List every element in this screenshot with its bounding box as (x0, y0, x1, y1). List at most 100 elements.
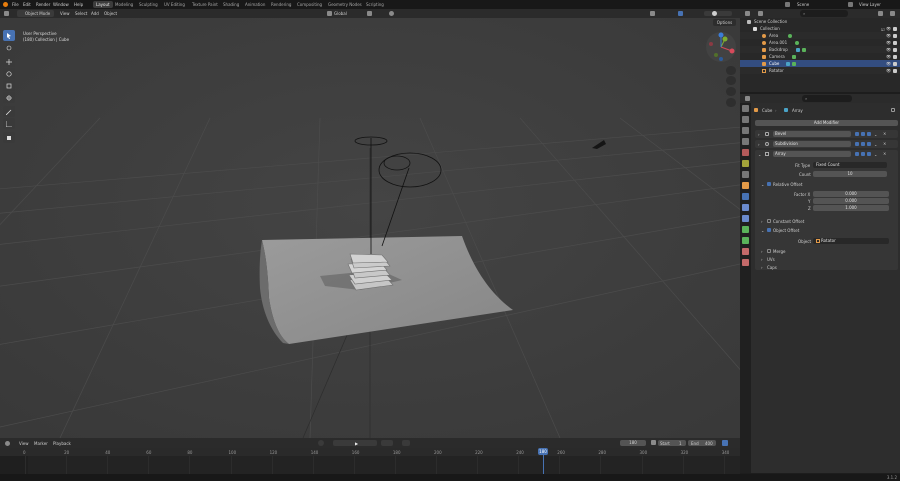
subpanel-arrow-icon[interactable]: › (761, 265, 763, 270)
scene-name[interactable]: Scene (797, 2, 809, 7)
play-icon[interactable]: ▶ (355, 441, 358, 446)
pin-icon[interactable] (891, 108, 895, 112)
render-camera-icon[interactable] (893, 48, 897, 52)
menu-window[interactable]: Window (53, 2, 69, 7)
edit-mode-icon[interactable] (855, 142, 859, 146)
tab-geometry-nodes[interactable]: Geometry Nodes (325, 1, 365, 8)
tab-layout[interactable]: Layout (93, 1, 113, 8)
filter-icon[interactable] (878, 11, 883, 16)
factor-z-field[interactable]: 1.000 (813, 205, 889, 211)
tab-compositing[interactable]: Compositing (294, 1, 325, 8)
render-camera-icon[interactable] (893, 55, 897, 59)
3d-viewport[interactable]: User Perspective (180) Collection | Cube (0, 18, 740, 438)
orientation-selector[interactable]: Global (334, 11, 347, 16)
measure-tool-icon[interactable] (3, 118, 15, 129)
remove-modifier-icon[interactable]: × (883, 141, 886, 146)
viewport-display-icon[interactable] (861, 132, 865, 136)
scale-tool-icon[interactable] (3, 80, 15, 91)
solid-shading-icon[interactable] (712, 11, 717, 16)
remove-modifier-icon[interactable]: × (883, 151, 886, 156)
edit-mode-icon[interactable] (855, 152, 859, 156)
subpanel-arrow-icon[interactable]: › (761, 249, 763, 254)
render-display-icon[interactable] (867, 132, 871, 136)
tab-texture-paint[interactable]: Texture Paint (189, 1, 221, 8)
relative-offset-checkbox[interactable] (767, 182, 771, 186)
timeline-options-icon[interactable] (722, 440, 728, 446)
physics-tab-icon[interactable] (742, 215, 749, 222)
eye-icon[interactable]: 👁 (886, 32, 891, 39)
menu-select[interactable]: Select (75, 11, 87, 16)
transform-tool-icon[interactable] (3, 92, 15, 103)
modifier-panel-array[interactable]: ⌄ Array ⌄ × Fit Type Fixed Count Count 1… (755, 150, 898, 270)
render-display-icon[interactable] (867, 142, 871, 146)
modifier-panel-subdivision[interactable]: › Subdivision ⌄ × (755, 140, 898, 148)
menu-edit[interactable]: Edit (23, 2, 31, 7)
timeline-area[interactable]: 0 20 40 60 80 100 120 140 160 180 200 220 240 260 280 3… (0, 448, 740, 476)
render-camera-icon[interactable] (893, 34, 897, 38)
visibility-icon[interactable] (650, 11, 655, 16)
timeline-menu-marker[interactable]: Marker (34, 441, 48, 446)
zoom-icon[interactable] (726, 66, 736, 75)
editor-type-icon[interactable] (4, 11, 9, 16)
properties-search-input[interactable] (802, 95, 852, 102)
constant-offset-checkbox[interactable] (767, 219, 771, 223)
modifier-name-bevel[interactable]: Bevel (773, 131, 851, 137)
outliner-row-collection[interactable]: Collection ☑ 👁 (740, 25, 900, 32)
remove-modifier-icon[interactable]: × (883, 131, 886, 136)
count-field[interactable]: 10 (813, 171, 887, 177)
render-display-icon[interactable] (867, 152, 871, 156)
rotate-tool-icon[interactable] (3, 68, 15, 79)
outliner-row-area[interactable]: Area 👁 (740, 32, 900, 39)
render-camera-icon[interactable] (893, 62, 897, 66)
shading-mode-buttons[interactable] (704, 11, 732, 16)
viewport-display-icon[interactable] (861, 142, 865, 146)
subpanel-arrow-icon[interactable]: › (761, 257, 763, 262)
dropdown-icon[interactable]: ⌄ (874, 152, 877, 157)
view-layer-name[interactable]: View Layer (859, 2, 881, 7)
playhead[interactable]: 180 (538, 448, 548, 455)
object-field[interactable]: Rotator (813, 238, 889, 244)
modifier-name-array[interactable]: Array (773, 151, 851, 157)
render-camera-icon[interactable] (893, 69, 897, 73)
annotate-tool-icon[interactable] (3, 106, 15, 117)
outliner-row-scene-collection[interactable]: Scene Collection (740, 18, 900, 25)
camera-view-icon[interactable] (726, 87, 736, 96)
factor-y-field[interactable]: 0.000 (813, 198, 889, 204)
preview-range-icon[interactable] (651, 440, 656, 445)
pan-hand-icon[interactable] (726, 76, 736, 85)
factor-x-field[interactable]: 0.000 (813, 191, 889, 197)
eye-icon[interactable]: 👁 (886, 53, 891, 60)
cursor-tool-icon[interactable] (3, 42, 15, 53)
modifier-panel-bevel[interactable]: › Bevel ⌄ × (755, 130, 898, 138)
frame-ruler[interactable] (0, 448, 740, 456)
view-layer-tab-icon[interactable] (742, 138, 749, 145)
move-tool-icon[interactable] (3, 56, 15, 67)
proportional-edit-icon[interactable] (389, 11, 394, 16)
new-collection-icon[interactable] (890, 11, 895, 16)
outliner-row-rotator[interactable]: Rotator 👁 (740, 67, 900, 74)
output-tab-icon[interactable] (742, 127, 749, 134)
menu-object[interactable]: Object (104, 11, 117, 16)
menu-add[interactable]: Add (91, 11, 99, 16)
tab-uv-editing[interactable]: UV Editing (161, 1, 188, 8)
merge-checkbox[interactable] (767, 249, 771, 253)
collapse-arrow-icon[interactable]: › (758, 142, 760, 147)
viewport-display-icon[interactable] (861, 152, 865, 156)
menu-view[interactable]: View (60, 11, 70, 16)
tool-tab-icon[interactable] (742, 105, 749, 112)
navigation-gizmo[interactable] (704, 30, 738, 64)
record-icon[interactable] (318, 440, 324, 446)
texture-tab-icon[interactable] (742, 259, 749, 266)
overlays-icon[interactable] (678, 11, 683, 16)
subpanel-arrow-icon[interactable]: ⌄ (761, 228, 764, 233)
display-mode-icon[interactable] (758, 11, 763, 16)
outliner-row-backdrop[interactable]: Backdrop 👁 (740, 46, 900, 53)
outliner-row-area-001[interactable]: Area.001 👁 (740, 39, 900, 46)
dropdown-icon[interactable]: ⌄ (874, 142, 877, 147)
keyframe-controls[interactable] (381, 440, 393, 446)
blender-logo-icon[interactable] (3, 2, 8, 7)
properties-editor-icon[interactable] (745, 96, 750, 101)
ortho-grid-icon[interactable] (726, 98, 736, 107)
world-tab-icon[interactable] (742, 160, 749, 167)
outliner-editor-icon[interactable] (745, 11, 750, 16)
